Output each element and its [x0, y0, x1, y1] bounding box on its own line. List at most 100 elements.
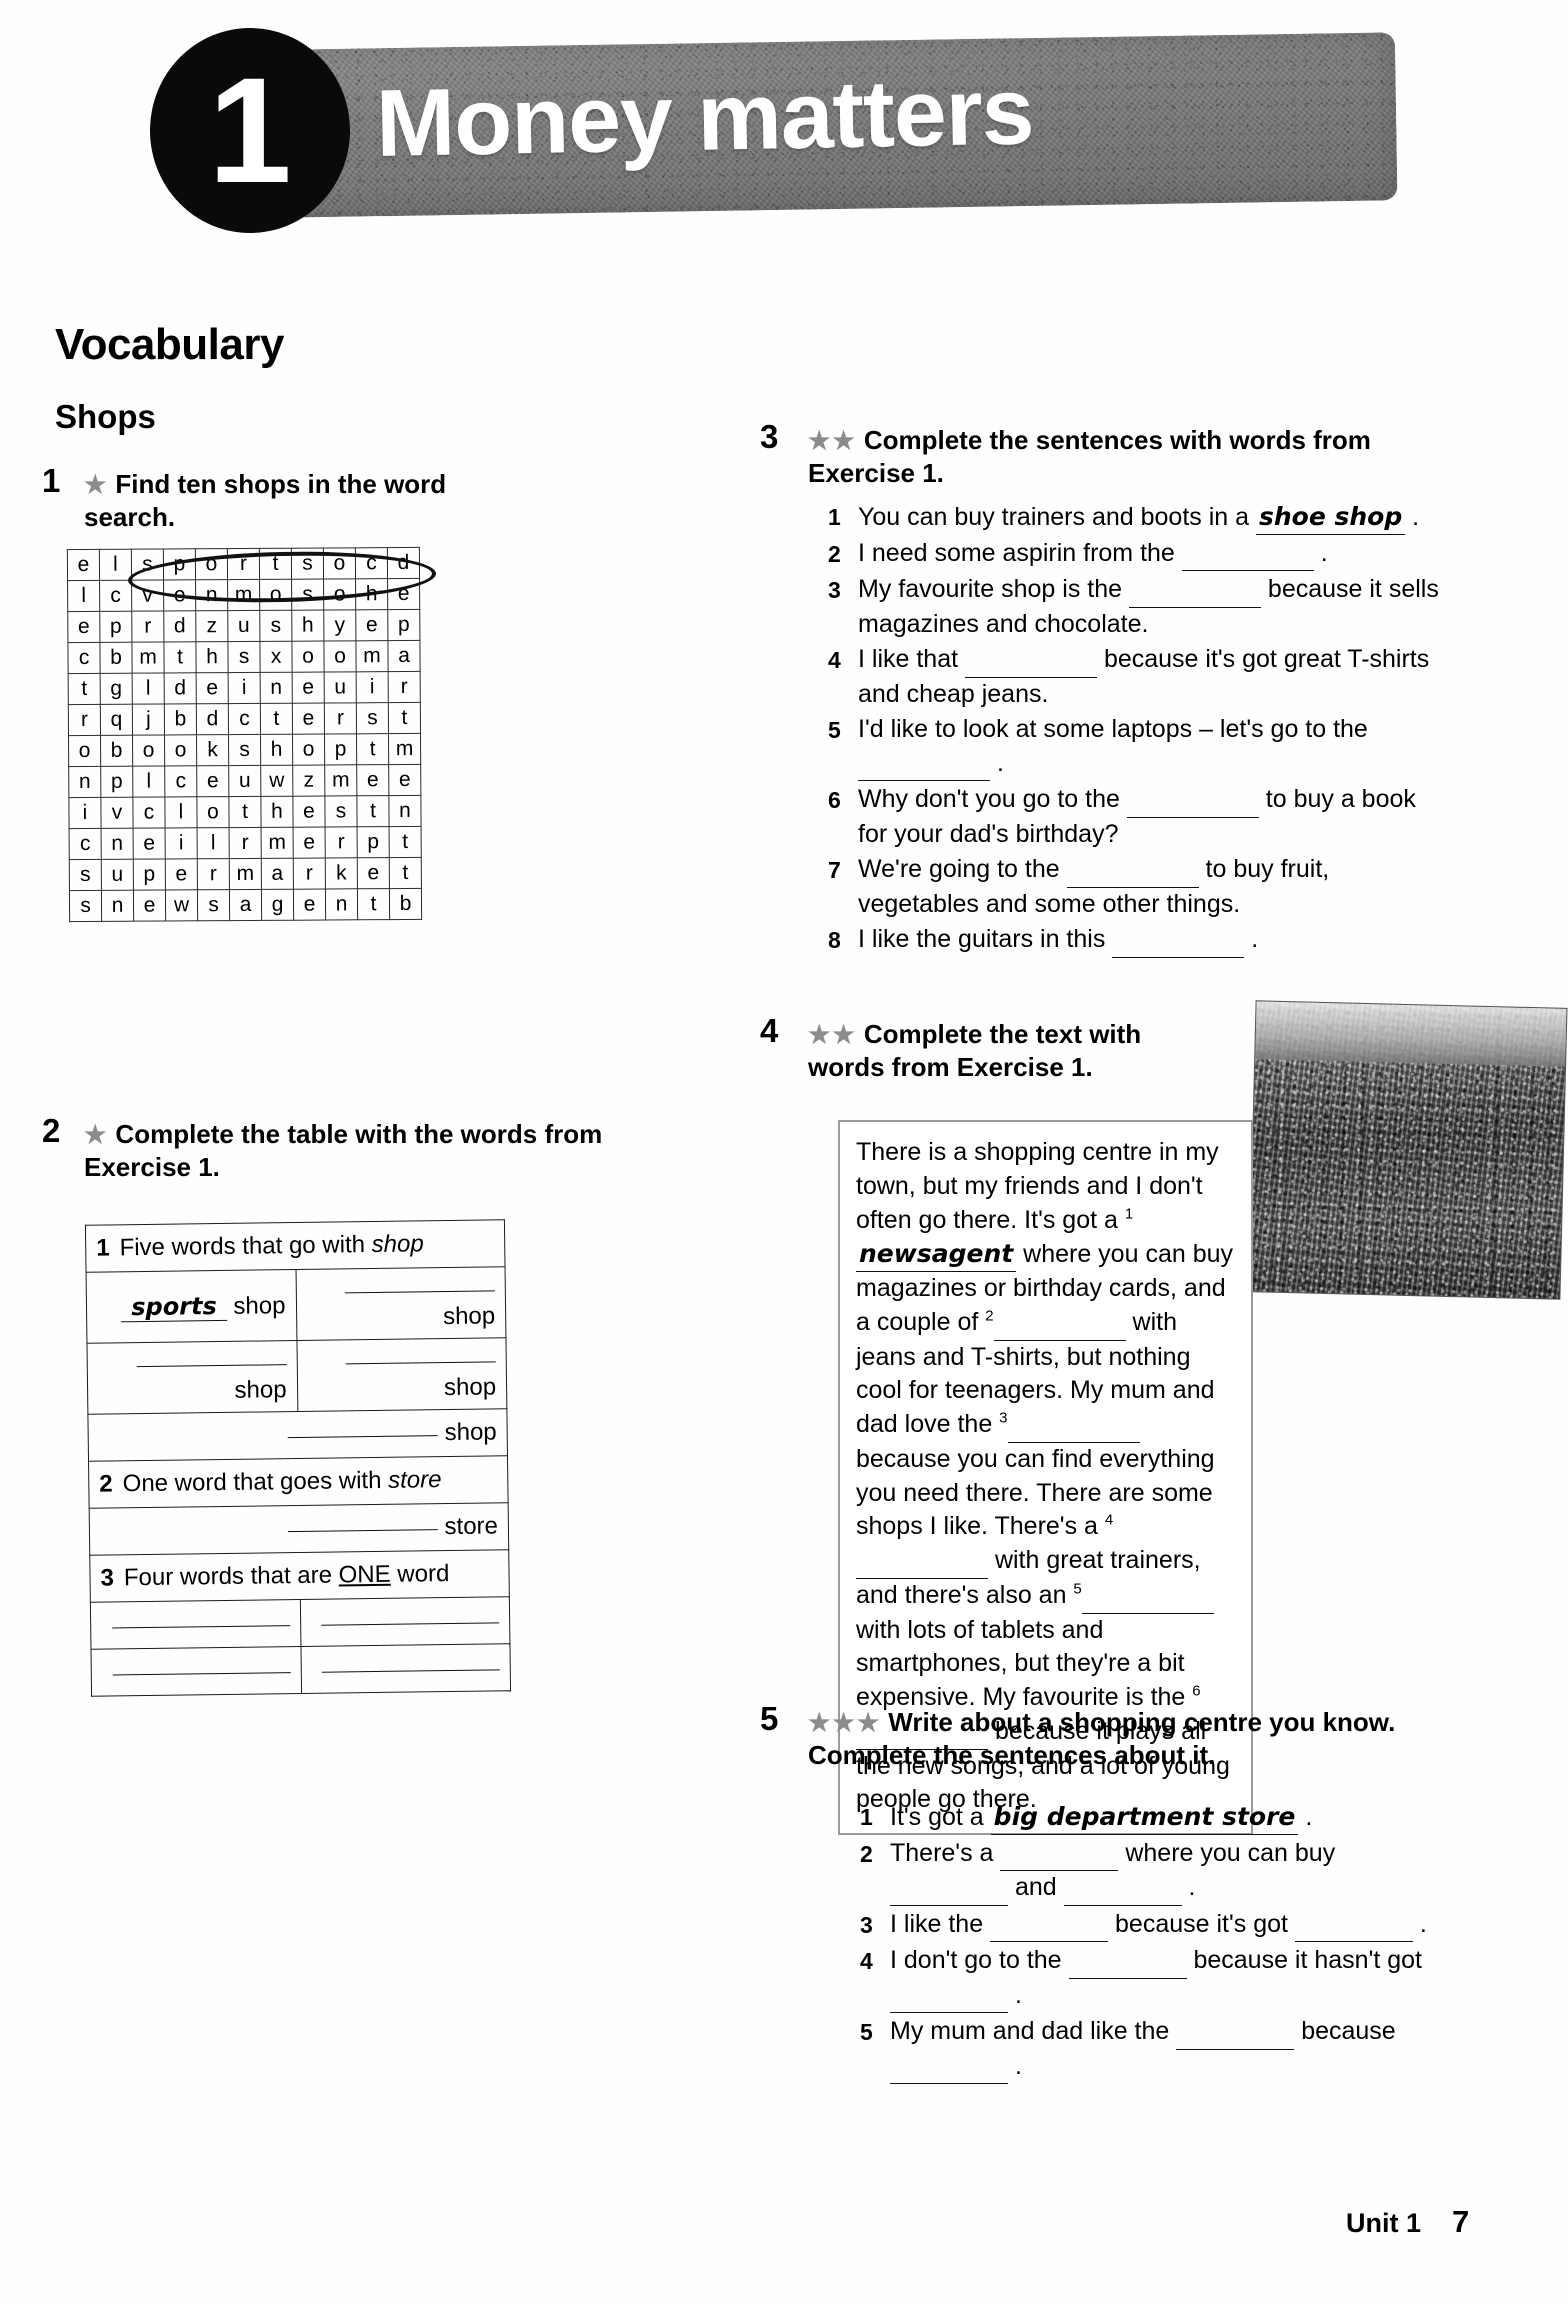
word-search-cell[interactable]: l: [132, 765, 165, 798]
blank-line[interactable]: [1000, 1837, 1119, 1871]
word-search-cell[interactable]: s: [227, 641, 261, 673]
word-search-cell[interactable]: z: [292, 765, 325, 797]
blank-line[interactable]: [990, 1908, 1109, 1942]
word-search-cell[interactable]: s: [259, 610, 292, 642]
word-search-cell[interactable]: o: [259, 579, 292, 611]
word-search-cell[interactable]: i: [165, 827, 198, 859]
blank-line[interactable]: [858, 747, 990, 781]
word-search-cell[interactable]: h: [195, 641, 229, 673]
word-search-cell[interactable]: k: [196, 734, 229, 766]
word-search-cell[interactable]: r: [325, 826, 358, 859]
word-search-cell[interactable]: m: [131, 641, 165, 674]
exercise-3-items[interactable]: 1 You can buy trainers and boots in a sho…: [828, 500, 1448, 960]
word-search-cell[interactable]: t: [389, 857, 422, 889]
word-search-cell[interactable]: e: [292, 703, 325, 735]
word-search-cell[interactable]: s: [69, 890, 102, 922]
word-search-cell[interactable]: s: [69, 859, 102, 891]
table-answer-cell-left[interactable]: shop: [87, 1408, 508, 1462]
word-search-cell[interactable]: l: [132, 672, 165, 705]
blank-line[interactable]: [345, 1360, 496, 1365]
word-search-cell[interactable]: t: [163, 641, 197, 673]
blank-line[interactable]: [1066, 853, 1199, 888]
blank-line[interactable]: [1176, 2015, 1295, 2050]
word-search-cell[interactable]: r: [229, 827, 262, 859]
word-search-cell[interactable]: t: [357, 888, 390, 920]
word-search-cell[interactable]: w: [260, 765, 293, 797]
blank-line[interactable]: [287, 1434, 439, 1439]
word-search-cell[interactable]: m: [355, 640, 389, 672]
word-search-cell[interactable]: d: [196, 703, 229, 735]
word-search-cell[interactable]: n: [68, 766, 101, 798]
word-search-cell[interactable]: e: [196, 672, 229, 704]
word-search-cell[interactable]: r: [68, 704, 101, 736]
word-search-cell[interactable]: e: [292, 672, 325, 704]
word-search-cell[interactable]: y: [323, 609, 356, 642]
word-search-cell[interactable]: h: [291, 610, 324, 642]
word-search-cell[interactable]: h: [260, 796, 294, 828]
word-search-cell[interactable]: e: [133, 827, 166, 860]
word-search-cell[interactable]: p: [163, 548, 196, 580]
word-search-cell[interactable]: i: [228, 672, 261, 704]
word-search-cell[interactable]: e: [387, 578, 420, 610]
word-search-cell[interactable]: w: [165, 889, 198, 921]
word-search-cell[interactable]: e: [355, 609, 388, 641]
word-search-cell[interactable]: t: [260, 703, 293, 735]
blank-line[interactable]: [1068, 1944, 1187, 1979]
word-search-cell[interactable]: h: [355, 578, 388, 610]
word-search-cell[interactable]: r: [388, 671, 421, 703]
word-search-cell[interactable]: c: [164, 765, 197, 797]
word-search-cell[interactable]: o: [195, 548, 228, 580]
word-search-cell[interactable]: c: [355, 547, 388, 579]
word-search-cell[interactable]: o: [196, 796, 230, 828]
blank-line[interactable]: [344, 1289, 495, 1294]
word-search-cell[interactable]: d: [164, 672, 197, 704]
word-search-cell[interactable]: t: [356, 733, 389, 765]
word-search-cell[interactable]: s: [131, 548, 164, 581]
word-search-cell[interactable]: z: [195, 610, 228, 642]
table-answer-cell-right[interactable]: shop: [296, 1337, 507, 1412]
word-search-cell[interactable]: s: [291, 548, 324, 580]
word-search-grid[interactable]: elsportsocdlcvenmosoheeprdzushyepcbmthsx…: [67, 547, 422, 922]
word-search-cell[interactable]: a: [261, 858, 294, 890]
blank-line[interactable]: [890, 2050, 1008, 2084]
word-search-cell[interactable]: c: [69, 828, 102, 860]
blank-line[interactable]: [321, 1668, 500, 1673]
blank-line[interactable]: [856, 1544, 988, 1579]
word-search-cell[interactable]: o: [164, 734, 197, 766]
word-search-cell[interactable]: s: [324, 795, 358, 828]
blank-line[interactable]: [1081, 1579, 1214, 1614]
exercise-2-table[interactable]: 1 Five words that go with shop sports shop…: [85, 1219, 511, 1697]
blank-line[interactable]: [1007, 1408, 1140, 1443]
word-search-cell[interactable]: o: [132, 734, 165, 767]
word-search-cell[interactable]: u: [227, 610, 260, 642]
word-search-cell[interactable]: b: [100, 735, 133, 767]
word-search-cell[interactable]: o: [323, 547, 356, 580]
table-answer-cell-left[interactable]: [90, 1646, 302, 1697]
blank-line[interactable]: [890, 1979, 1008, 2013]
word-search-cell[interactable]: r: [227, 548, 260, 580]
word-search-cell[interactable]: t: [259, 548, 292, 580]
word-search-cell[interactable]: d: [163, 610, 196, 642]
word-search-cell[interactable]: t: [389, 826, 422, 858]
word-search-cell[interactable]: o: [323, 578, 356, 611]
word-search-cell[interactable]: r: [324, 702, 357, 735]
word-search-cell[interactable]: m: [229, 858, 262, 890]
word-search-cell[interactable]: h: [260, 734, 293, 766]
word-search-cell[interactable]: m: [227, 579, 260, 611]
word-search-cell[interactable]: r: [131, 610, 164, 643]
word-search-cell[interactable]: o: [291, 641, 325, 673]
word-search-cell[interactable]: n: [260, 672, 293, 704]
word-search-cell[interactable]: q: [100, 704, 133, 736]
blank-line[interactable]: [1128, 573, 1261, 608]
blank-line[interactable]: [1126, 783, 1259, 818]
table-answer-cell-left[interactable]: sports shop: [86, 1269, 297, 1344]
word-search-cell[interactable]: g: [261, 889, 294, 921]
word-search-cell[interactable]: n: [325, 888, 358, 921]
word-search-cell[interactable]: e: [293, 889, 326, 921]
blank-line[interactable]: [890, 1871, 1008, 1906]
word-search-cell[interactable]: t: [228, 796, 262, 828]
word-search-cell[interactable]: v: [100, 797, 134, 829]
word-search-cell[interactable]: i: [356, 671, 389, 703]
word-search-cell[interactable]: d: [387, 547, 420, 579]
word-search-cell[interactable]: j: [132, 703, 165, 736]
